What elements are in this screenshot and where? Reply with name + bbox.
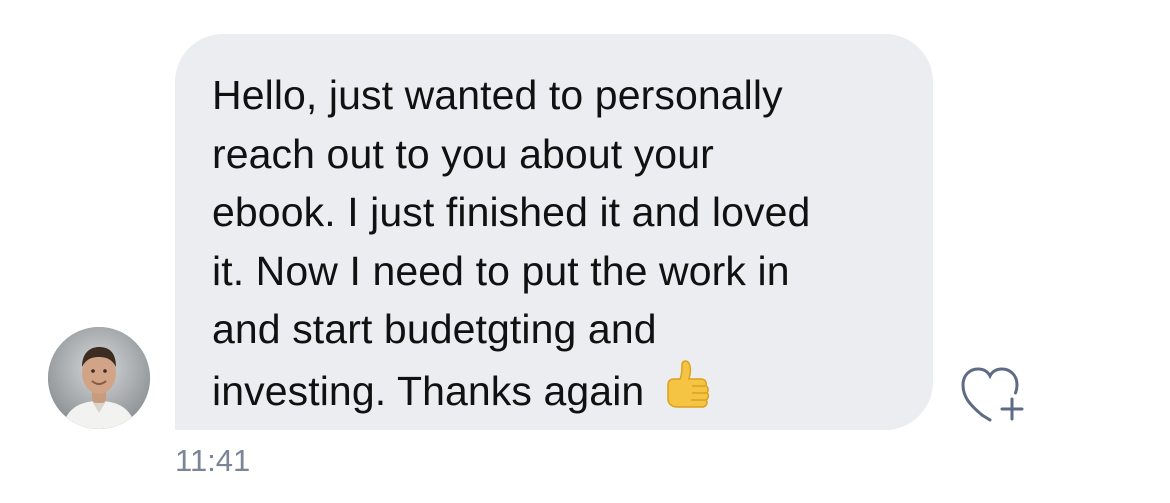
react-heart-plus-button[interactable] <box>960 363 1030 425</box>
heart-plus-icon <box>961 367 1024 422</box>
message-timestamp: 11:41 <box>175 443 251 478</box>
message-line: investing. Thanks again <box>212 367 645 414</box>
avatar-photo <box>48 327 150 429</box>
sender-avatar[interactable] <box>48 327 150 429</box>
thumbs-up-emoji <box>656 359 712 431</box>
message-line: and start budetgting and <box>212 306 657 352</box>
message-bubble[interactable]: Hello, just wanted to personally reach o… <box>175 34 933 430</box>
message-text: Hello, just wanted to personally reach o… <box>212 66 897 430</box>
message-line: Hello, just wanted to personally <box>212 72 783 118</box>
message-line: ebook. I just finished it and loved <box>212 189 811 235</box>
message-line: it. Now I need to put the work in <box>212 247 790 294</box>
message-line: reach out to you about your <box>212 130 714 177</box>
